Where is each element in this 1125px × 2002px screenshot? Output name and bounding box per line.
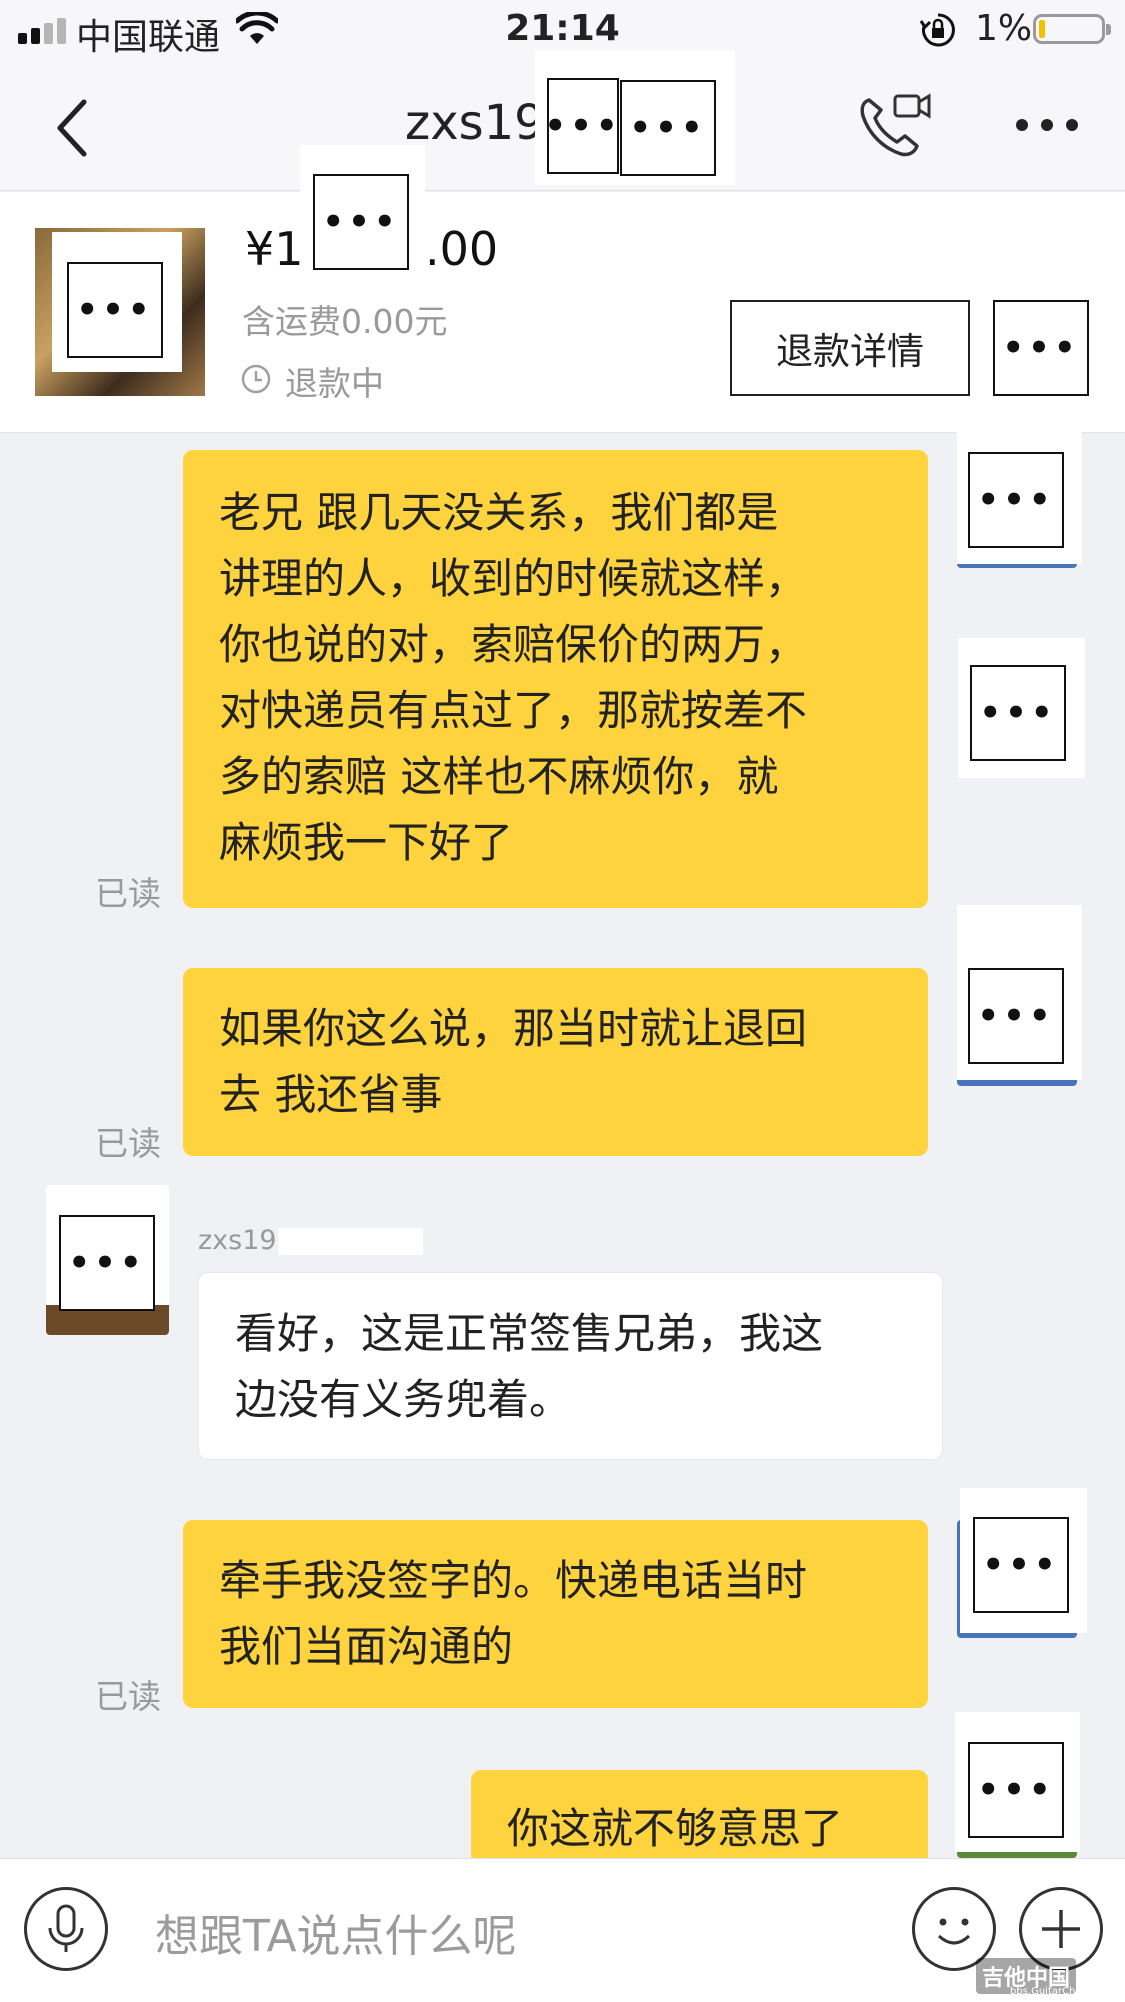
- message-input[interactable]: 想跟TA说点什么呢: [155, 1900, 517, 1964]
- message-line: 多的索赔 这样也不麻烦你，就: [219, 752, 779, 801]
- rotation-lock-icon: [920, 13, 955, 47]
- redaction-box: •••: [544, 78, 619, 174]
- page-title: zxs19: [405, 95, 545, 151]
- message-bubble-outgoing[interactable]: 如果你这么说，那当时就让退回 去 我还省事: [183, 968, 928, 1156]
- shipping-fee: 含运费0.00元: [242, 302, 448, 341]
- more-icon[interactable]: [1014, 115, 1080, 135]
- sender-name: zxs19: [198, 1225, 277, 1256]
- refund-detail-button[interactable]: 退款详情: [730, 300, 970, 396]
- redaction-box: •••: [313, 174, 409, 270]
- message-line: 老兄 跟几天没关系，我们都是: [219, 488, 779, 537]
- message-bubble-outgoing[interactable]: 你这就不够意思了: [471, 1770, 928, 1865]
- battery-icon: [1033, 14, 1111, 44]
- redaction-box: •••: [620, 80, 716, 176]
- message-line: 看好，这是正常签售兄弟，我这: [235, 1309, 824, 1358]
- message-line: 边没有义务兜着。: [235, 1375, 572, 1424]
- message-line: 讲理的人，收到的时候就这样，: [219, 554, 808, 603]
- message-line: 你也说的对，索赔保价的两万，: [219, 620, 808, 669]
- read-receipt: 已读: [95, 1677, 161, 1716]
- redaction-box: •••: [968, 452, 1064, 548]
- read-receipt: 已读: [95, 1124, 161, 1163]
- order-price-cents: .00: [425, 222, 499, 276]
- redaction-box: •••: [968, 1742, 1064, 1838]
- plus-icon: [1042, 1910, 1080, 1948]
- message-line: 我们当面沟通的: [219, 1622, 514, 1671]
- redaction-box: •••: [59, 1215, 155, 1311]
- redaction-box: •••: [973, 1517, 1069, 1613]
- watermark-url: bbs.GuitarChina.com: [1010, 1986, 1116, 1997]
- smiley-icon: [937, 1918, 971, 1945]
- microphone-icon: [48, 1904, 84, 1952]
- message-bubble-outgoing[interactable]: 老兄 跟几天没关系，我们都是 讲理的人，收到的时候就这样， 你也说的对，索赔保价…: [183, 450, 928, 908]
- refund-status: 退款中: [285, 364, 384, 403]
- message-line: 牵手我没签字的。快递电话当时: [219, 1556, 808, 1605]
- order-price: ¥1: [245, 222, 304, 276]
- message-bubble-incoming[interactable]: 看好，这是正常签售兄弟，我这 边没有义务兜着。: [198, 1272, 943, 1460]
- redaction-box: •••: [968, 968, 1064, 1064]
- clock-icon: [241, 364, 271, 394]
- message-line: 对快递员有点过了，那就按差不: [219, 686, 808, 735]
- call-icon[interactable]: [855, 90, 935, 162]
- redaction-box: •••: [993, 300, 1089, 396]
- read-receipt: 已读: [95, 874, 161, 913]
- message-bubble-outgoing[interactable]: 牵手我没签字的。快递电话当时 我们当面沟通的: [183, 1520, 928, 1708]
- message-line: 如果你这么说，那当时就让退回: [219, 1004, 808, 1053]
- battery-percent: 1%: [975, 8, 1033, 49]
- redaction-box: •••: [67, 262, 163, 358]
- redaction-patch: [278, 1228, 423, 1255]
- back-icon[interactable]: [52, 98, 92, 158]
- message-line: 麻烦我一下好了: [219, 818, 514, 867]
- voice-button[interactable]: [24, 1887, 108, 1971]
- redaction-box: •••: [970, 665, 1066, 761]
- clock: 21:14: [505, 8, 620, 49]
- message-line: 去 我还省事: [219, 1070, 443, 1119]
- message-line: 你这就不够意思了: [507, 1804, 844, 1853]
